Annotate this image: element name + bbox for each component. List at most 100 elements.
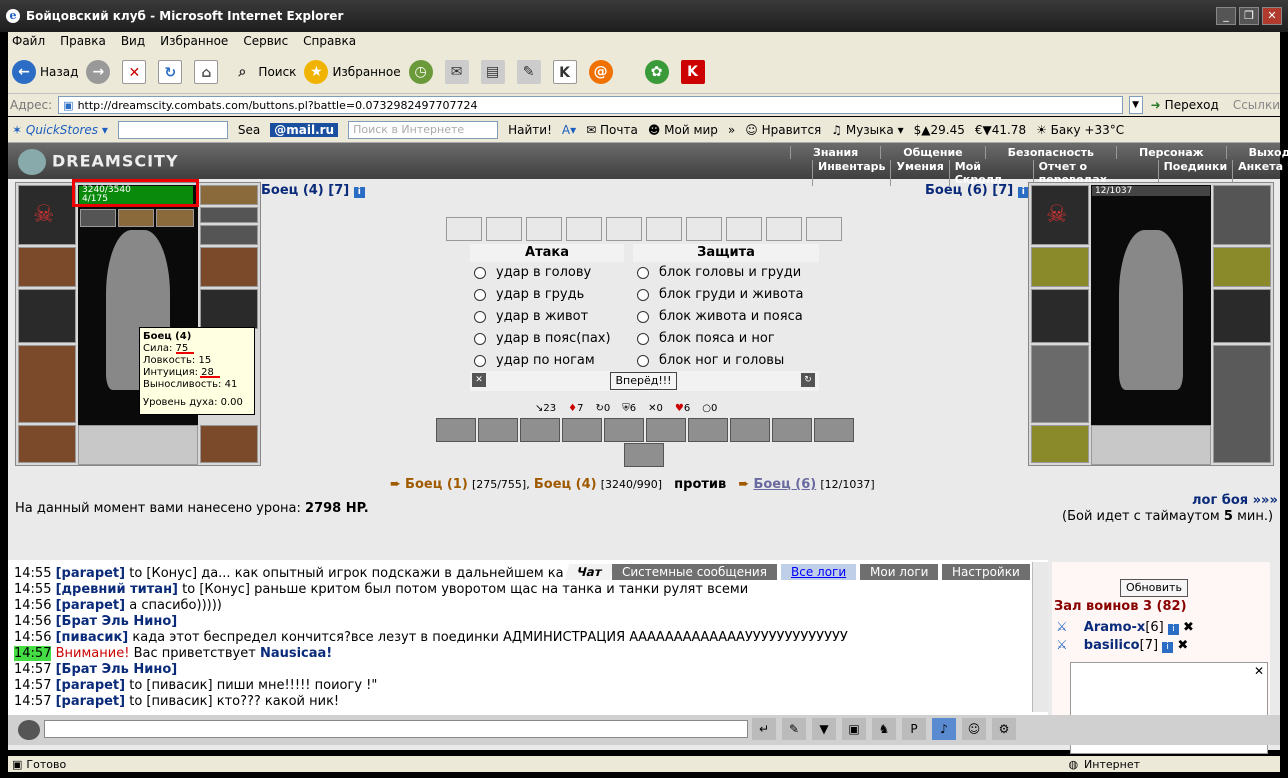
nav-exit[interactable]: Выход <box>1225 146 1288 159</box>
block-head-chest[interactable]: блок головы и груди <box>637 265 801 280</box>
user-close-icon-2[interactable]: ✖ <box>1177 638 1188 653</box>
scroll-slot[interactable] <box>686 217 722 241</box>
right-fighter-name[interactable]: Боец (6) [7] i <box>925 183 1029 198</box>
right-gauntlet-slot[interactable] <box>1213 247 1271 287</box>
ring-slot-3[interactable] <box>156 209 194 227</box>
attack-groin[interactable]: удар в пояс(пах) <box>474 331 611 346</box>
chat-highlight-nick[interactable]: Nausicaa! <box>260 646 332 661</box>
right-legs-slot[interactable] <box>1213 345 1271 463</box>
menu-help[interactable]: Справка <box>303 34 356 48</box>
chat-nick[interactable]: [parapet] <box>56 678 125 693</box>
music-link[interactable]: ♫ Музыка ▾ <box>831 123 903 137</box>
refresh-list-button[interactable]: Обновить <box>1120 579 1188 597</box>
attack-groin-radio[interactable] <box>474 332 486 345</box>
attack-legs[interactable]: удар по ногам <box>474 353 595 368</box>
attack-legs-radio[interactable] <box>474 354 486 367</box>
menu-file[interactable]: Файл <box>12 34 45 48</box>
attack-belly-radio[interactable] <box>474 310 486 323</box>
right-helmet-slot[interactable]: ☠ <box>1031 185 1089 245</box>
mail-button[interactable]: ✉ <box>444 59 473 84</box>
block-belly-belt[interactable]: блок живота и пояса <box>637 309 803 324</box>
skill-tile[interactable] <box>772 418 812 442</box>
more-chevron-icon[interactable]: » <box>728 123 735 137</box>
block-legs-head-radio[interactable] <box>637 354 649 367</box>
k-button[interactable]: K <box>552 59 581 84</box>
earring-slot[interactable] <box>200 185 258 205</box>
block-chest-belly[interactable]: блок груди и живота <box>637 287 804 302</box>
left-fighter-name[interactable]: Боец (4) [7] i <box>261 183 365 198</box>
ring-slot-1[interactable] <box>80 209 116 227</box>
music-icon[interactable]: ♪ <box>932 718 956 740</box>
quickstores-search-input[interactable] <box>117 120 228 139</box>
right-armor-slot[interactable] <box>1031 345 1089 423</box>
skill-tile[interactable] <box>562 418 602 442</box>
user-name-1[interactable]: Aramo-x <box>1084 620 1146 635</box>
smiley-menu-icon[interactable] <box>18 720 40 740</box>
history-button[interactable]: ◷ <box>408 59 437 84</box>
scroll-slot[interactable] <box>766 217 802 241</box>
at-button[interactable]: @ <box>588 59 617 84</box>
mail-link[interactable]: ✉ Почта <box>586 123 638 137</box>
nav-inventory[interactable]: Инвентарь <box>812 160 890 186</box>
scroll-slot[interactable] <box>726 217 762 241</box>
block-chest-belly-radio[interactable] <box>637 288 649 301</box>
scroll-slot[interactable] <box>486 217 522 241</box>
attack-chest-radio[interactable] <box>474 288 486 301</box>
chat-nick[interactable]: [parapet] <box>56 598 125 613</box>
enter-icon[interactable]: ↵ <box>752 718 776 740</box>
scroll-slot[interactable] <box>526 217 562 241</box>
stop-button[interactable]: ✕ <box>122 59 150 84</box>
forward-nav-button[interactable]: → <box>86 59 114 84</box>
refresh-button[interactable]: ↻ <box>158 59 186 84</box>
battle-fighter-1[interactable]: Боец (1) <box>405 477 468 492</box>
ring-slot-2[interactable] <box>118 209 154 227</box>
right-belt-slot[interactable] <box>1031 425 1089 463</box>
skill-tile[interactable] <box>436 418 476 442</box>
weather-link[interactable]: ☀ Баку +33°C <box>1036 123 1124 137</box>
user-row-1[interactable]: ⚔ Aramo-x[6] i ✖ <box>1056 620 1194 635</box>
print-button[interactable]: ▤ <box>480 59 509 84</box>
filter-icon[interactable]: ▼ <box>812 718 836 740</box>
claw-slot[interactable] <box>200 289 258 329</box>
user-close-icon-1[interactable]: ✖ <box>1183 620 1194 635</box>
close-button[interactable]: ✕ <box>1262 7 1282 25</box>
skill-tile[interactable] <box>688 418 728 442</box>
search-button[interactable]: ⌕ Поиск <box>230 60 297 84</box>
find-button[interactable]: Найти! <box>508 123 552 137</box>
nav-knowledge[interactable]: Знания <box>790 146 880 159</box>
attack-chest[interactable]: удар в грудь <box>474 287 584 302</box>
chat-nick[interactable]: [древний титан] <box>56 582 178 597</box>
belt-slot[interactable] <box>18 425 76 463</box>
chat-nick[interactable]: [Брат Эль Нино] <box>56 614 178 629</box>
chat-nick[interactable]: [Брат Эль Нино] <box>56 662 178 677</box>
chat-nick[interactable]: [parapet] <box>56 566 125 581</box>
chat-nick[interactable]: [пивасик] <box>56 630 129 645</box>
internet-search-input[interactable]: Поиск в Интернете <box>348 120 499 139</box>
scroll-slot[interactable] <box>566 217 602 241</box>
scroll-slot[interactable] <box>606 217 642 241</box>
font-icon[interactable]: A▾ <box>562 123 576 137</box>
like-link[interactable]: ☺ Нравится <box>745 123 821 137</box>
chat-nick[interactable]: [parapet] <box>56 694 125 709</box>
favorites-button[interactable]: ★ Избранное <box>304 59 401 84</box>
user-info-icon-2[interactable]: i <box>1162 642 1174 653</box>
attack-belly[interactable]: удар в живот <box>474 309 588 324</box>
helmet-slot[interactable]: ☠ <box>18 185 76 245</box>
menu-tools[interactable]: Сервис <box>243 34 288 48</box>
edit-button[interactable]: ✎ <box>516 59 545 84</box>
info-icon[interactable]: i <box>353 187 365 198</box>
nav-security[interactable]: Безопасность <box>984 146 1116 159</box>
skill-tile[interactable] <box>604 418 644 442</box>
scroll-slot[interactable] <box>646 217 682 241</box>
bracer-slot[interactable] <box>18 247 76 287</box>
amulet-slot[interactable] <box>200 207 258 223</box>
maximize-button[interactable]: ❐ <box>1239 7 1259 25</box>
cancel-icon[interactable]: ✕ <box>472 373 486 387</box>
translit-icon[interactable]: P <box>902 718 926 740</box>
block-head-chest-radio[interactable] <box>637 266 649 279</box>
attack-head[interactable]: удар в голову <box>474 265 591 280</box>
euro-rate[interactable]: €▼41.78 <box>975 123 1026 137</box>
block-belly-belt-radio[interactable] <box>637 310 649 323</box>
right-gloves-slot[interactable] <box>1031 289 1089 343</box>
right-bracer-slot[interactable] <box>1031 247 1089 287</box>
